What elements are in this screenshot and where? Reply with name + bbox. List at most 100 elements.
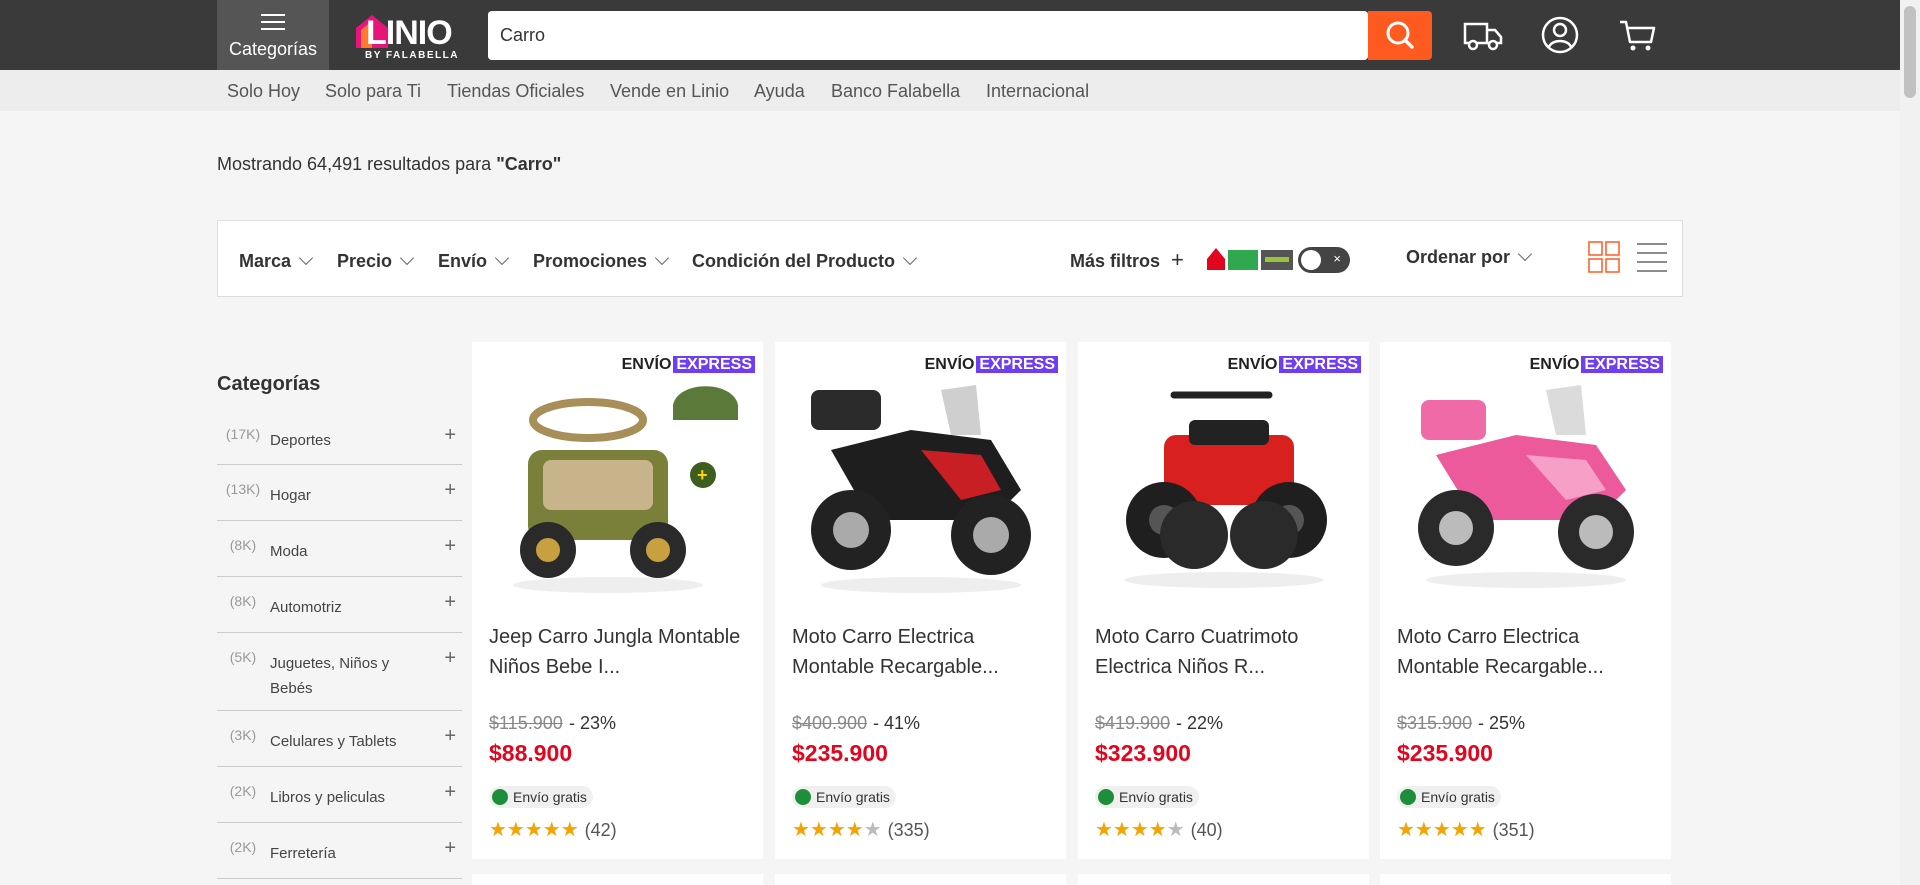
nav-vende-en-linio[interactable]: Vende en Linio (610, 81, 729, 102)
price: $235.900 (792, 740, 888, 766)
nav-banco-falabella[interactable]: Banco Falabella (831, 81, 960, 102)
category-count: (3K) (229, 727, 257, 743)
product-title[interactable]: Jeep Carro Jungla Montable Niños Bebe I.… (489, 622, 759, 682)
grid-view-icon[interactable] (1588, 241, 1620, 273)
category-count: (2K) (229, 783, 257, 799)
star-empty-icon: ★ (1166, 819, 1185, 841)
chevron-down-icon (902, 250, 918, 266)
results-query: "Carro" (496, 154, 562, 174)
product-card[interactable]: ENVÍO EXPRESS Moto Carro Electrica Montab… (1380, 342, 1671, 859)
plus-icon: + (1171, 247, 1184, 272)
review-count: (40) (1190, 820, 1223, 840)
category-count: (13K) (225, 481, 261, 497)
expand-plus-icon[interactable]: + (444, 725, 456, 748)
free-shipping-icon (492, 789, 508, 805)
free-shipping-label: Envío gratis (816, 789, 890, 805)
expand-plus-icon[interactable]: + (444, 479, 456, 502)
expand-plus-icon[interactable]: + (444, 781, 456, 804)
nav-ayuda[interactable]: Ayuda (754, 81, 805, 102)
more-filters-button[interactable]: Más filtros + (1070, 247, 1184, 273)
toggle-off-icon: × (1333, 251, 1341, 266)
cmr-toggle[interactable]: × (1298, 247, 1350, 273)
expand-plus-icon[interactable]: + (444, 591, 456, 614)
delivery-truck-icon[interactable] (1462, 14, 1504, 56)
discount: - 23% (569, 713, 617, 733)
product-title[interactable]: Moto Carro Electrica Montable Recargable… (1397, 622, 1667, 682)
category-item-libros[interactable]: (2K) Libros y peliculas + (217, 767, 462, 823)
product-card-next-row (1380, 874, 1671, 885)
star-icon: ★★★★★ (489, 819, 579, 841)
category-count: (5K) (229, 649, 257, 665)
categories-menu-button[interactable]: Categorías (217, 0, 329, 70)
list-view-icon[interactable] (1636, 241, 1668, 273)
search-input[interactable] (488, 11, 1368, 60)
linio-logo[interactable]: LINIO BY FALABELLA (352, 12, 472, 62)
category-item-juguetes[interactable]: (5K) Juguetes, Niños y Bebés + (217, 633, 462, 711)
product-card[interactable]: ENVÍO EXPRESS + Jeep Carro Jungla Montabl… (472, 342, 763, 859)
logo-text: LINIO (366, 14, 453, 52)
free-shipping-label: Envío gratis (1119, 789, 1193, 805)
filter-envio[interactable]: Envío (438, 250, 510, 272)
page-scrollbar[interactable] (1900, 0, 1920, 885)
old-price: $315.900 (1397, 713, 1473, 733)
filter-condicion-label: Condición del Producto (692, 251, 895, 271)
search-button[interactable] (1368, 11, 1432, 60)
promo-badges (1205, 245, 1297, 271)
logo-subtext: BY FALABELLA (365, 50, 459, 61)
category-name: Juguetes, Niños y Bebés (270, 655, 390, 697)
product-image: + (513, 386, 738, 593)
sidebar-title: Categorías (217, 373, 321, 395)
review-count: (335) (887, 820, 930, 840)
expand-plus-icon[interactable]: + (444, 837, 456, 860)
svg-text:+: + (697, 465, 708, 485)
old-price: $400.900 (792, 713, 868, 733)
top-header: Categorías LINIO BY FALABELLA (0, 0, 1900, 70)
category-item-hogar[interactable]: (13K) Hogar + (217, 465, 462, 521)
product-title[interactable]: Moto Carro Electrica Montable Recargable… (792, 622, 1062, 682)
category-name: Automotriz (270, 599, 342, 616)
filter-promociones-label: Promociones (533, 251, 648, 271)
filter-precio[interactable]: Precio (337, 250, 415, 272)
free-shipping-icon (1400, 789, 1416, 805)
category-item-moda[interactable]: (8K) Moda + (217, 521, 462, 577)
user-account-icon[interactable] (1539, 14, 1581, 56)
star-icon: ★★★★ (1095, 819, 1167, 841)
product-card[interactable]: ENVÍO EXPRESS Moto Carro Electrica Montab… (775, 342, 1066, 859)
free-shipping-badge: Envío gratis (792, 786, 896, 808)
rating: ★★★★★ (335) (792, 817, 930, 842)
expand-plus-icon[interactable]: + (444, 424, 456, 447)
shopping-cart-icon[interactable] (1617, 14, 1659, 56)
filter-promociones[interactable]: Promociones (533, 250, 670, 272)
category-item-deportes[interactable]: (17K) Deportes + (217, 410, 462, 465)
category-item-celulares[interactable]: (3K) Celulares y Tablets + (217, 711, 462, 767)
product-card[interactable]: ENVÍO EXPRESS Moto Carro Cuatrimoto Elect… (1078, 342, 1369, 859)
category-item-ferreteria[interactable]: (2K) Ferretería + (217, 823, 462, 879)
category-name: Deportes (270, 432, 331, 449)
sort-dropdown[interactable]: Ordenar por (1406, 246, 1533, 268)
free-shipping-label: Envío gratis (513, 789, 587, 805)
discount: - 25% (1478, 713, 1526, 733)
product-card-next-row (775, 874, 1066, 885)
scrollbar-thumb[interactable] (1904, 6, 1916, 98)
chevron-down-icon (494, 250, 510, 266)
expand-plus-icon[interactable]: + (444, 647, 456, 670)
product-title[interactable]: Moto Carro Cuatrimoto Electrica Niños R.… (1095, 622, 1365, 682)
expand-plus-icon[interactable]: + (444, 535, 456, 558)
nav-solo-hoy[interactable]: Solo Hoy (227, 81, 300, 102)
nav-solo-para-ti[interactable]: Solo para Ti (325, 81, 421, 102)
search-icon (1386, 21, 1414, 49)
review-count: (42) (584, 820, 617, 840)
category-item-automotriz[interactable]: (8K) Automotriz + (217, 577, 462, 633)
price: $88.900 (489, 740, 573, 766)
filter-condicion[interactable]: Condición del Producto (692, 250, 918, 272)
nav-tiendas-oficiales[interactable]: Tiendas Oficiales (447, 81, 584, 102)
filter-marca[interactable]: Marca (239, 250, 314, 272)
product-card-next-row (1078, 874, 1369, 885)
toggle-knob (1301, 250, 1321, 270)
nav-internacional[interactable]: Internacional (986, 81, 1089, 102)
secondary-nav: Solo Hoy Solo para Ti Tiendas Oficiales … (0, 70, 1900, 111)
free-shipping-icon (1098, 789, 1114, 805)
category-count: (2K) (229, 839, 257, 855)
category-name: Libros y peliculas (270, 789, 386, 806)
discount: - 22% (1176, 713, 1224, 733)
